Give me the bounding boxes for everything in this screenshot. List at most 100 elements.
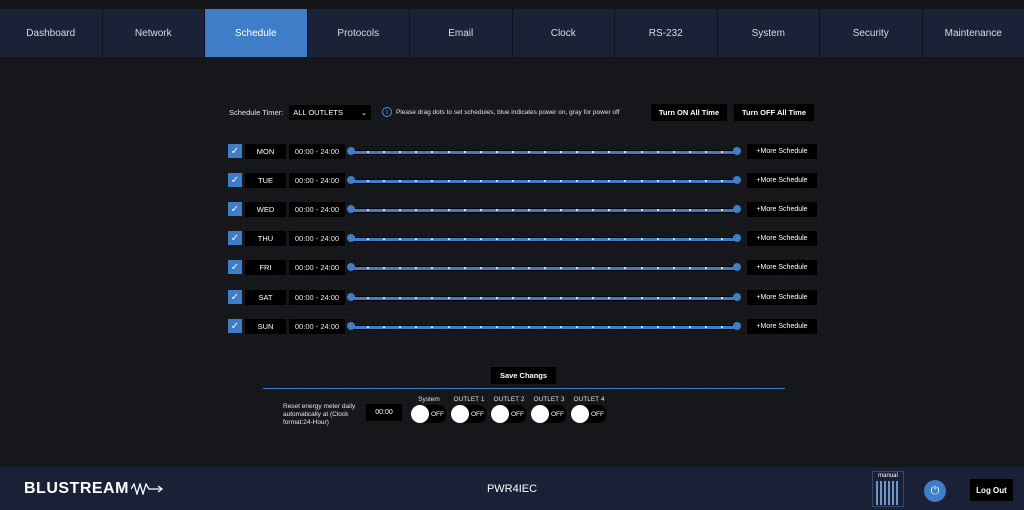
schedule-slider[interactable] <box>347 263 741 272</box>
more-schedule-button[interactable]: +More Schedule <box>747 231 817 246</box>
schedule-timer-row: Schedule Timer: ALL OUTLETS ⌄ <box>229 104 372 120</box>
slider-tick <box>640 297 643 299</box>
slider-tick <box>720 238 723 240</box>
turn-on-all-time-button[interactable]: Turn ON All Time <box>651 104 727 121</box>
slider-end-handle[interactable] <box>733 293 741 301</box>
slider-tick <box>688 180 691 182</box>
toggle-switch[interactable]: OFF <box>411 405 447 423</box>
schedule-slider[interactable] <box>347 234 741 243</box>
day-checkbox[interactable]: ✓ <box>228 202 242 216</box>
day-label: FRI <box>245 260 286 275</box>
day-checkbox[interactable]: ✓ <box>228 231 242 245</box>
slider-end-handle[interactable] <box>733 205 741 213</box>
slider-end-handle[interactable] <box>733 322 741 330</box>
day-time-range: 00:00 - 24:00 <box>289 231 345 246</box>
more-schedule-button[interactable]: +More Schedule <box>747 319 817 334</box>
toggle-state: OFF <box>431 410 444 418</box>
slider-start-handle[interactable] <box>347 205 355 213</box>
slider-tick <box>688 151 691 153</box>
more-schedule-button[interactable]: +More Schedule <box>747 290 817 305</box>
slider-end-handle[interactable] <box>733 263 741 271</box>
toggle-label: OUTLET 3 <box>533 396 565 403</box>
day-checkbox[interactable]: ✓ <box>228 260 242 274</box>
slider-tick <box>672 267 675 269</box>
tab-schedule[interactable]: Schedule <box>205 9 308 57</box>
slider-end-handle[interactable] <box>733 147 741 155</box>
reset-time-field[interactable]: 00:00 <box>366 404 402 421</box>
slider-tick <box>656 326 659 328</box>
tab-email[interactable]: Email <box>410 9 513 57</box>
slider-end-handle[interactable] <box>733 176 741 184</box>
tab-clock[interactable]: Clock <box>512 9 615 57</box>
slider-tick <box>704 297 707 299</box>
slider-tick <box>527 267 530 269</box>
slider-tick <box>463 238 466 240</box>
tab-network[interactable]: Network <box>102 9 205 57</box>
slider-tick <box>479 180 482 182</box>
schedule-slider[interactable] <box>347 176 741 185</box>
day-checkbox[interactable]: ✓ <box>228 290 242 304</box>
more-schedule-button[interactable]: +More Schedule <box>747 173 817 188</box>
slider-tick <box>479 238 482 240</box>
schedule-timer-select[interactable]: ALL OUTLETS ⌄ <box>289 104 372 120</box>
slider-start-handle[interactable] <box>347 147 355 155</box>
toggle-switch[interactable]: OFF <box>491 405 527 423</box>
divider <box>263 388 785 389</box>
more-schedule-button[interactable]: +More Schedule <box>747 260 817 275</box>
check-icon: ✓ <box>230 203 240 215</box>
schedule-slider[interactable] <box>347 147 741 156</box>
slider-tick <box>463 297 466 299</box>
logout-button[interactable]: Log Out <box>970 479 1013 501</box>
slider-tick <box>479 267 482 269</box>
day-label: SUN <box>245 319 286 334</box>
schedule-slider[interactable] <box>347 293 741 302</box>
day-time-range: 00:00 - 24:00 <box>289 319 345 334</box>
toggle-state: OFF <box>591 410 604 418</box>
turn-off-all-time-button[interactable]: Turn OFF All Time <box>734 104 814 121</box>
footer: BLUSTREAM PWR4IEC manual <box>0 467 1024 510</box>
manual-qr[interactable]: manual <box>872 471 904 507</box>
slider-tick <box>720 297 723 299</box>
day-checkbox[interactable]: ✓ <box>228 173 242 187</box>
check-icon: ✓ <box>230 261 240 273</box>
slider-tick <box>656 151 659 153</box>
slider-tick <box>544 238 546 240</box>
slider-tick <box>672 209 675 211</box>
slider-start-handle[interactable] <box>347 293 355 301</box>
tab-dashboard[interactable]: Dashboard <box>0 9 103 57</box>
slider-tick <box>511 209 514 211</box>
day-time-range: 00:00 - 24:00 <box>289 144 345 159</box>
toggle-switch[interactable]: OFF <box>571 405 607 423</box>
day-time-range: 00:00 - 24:00 <box>289 202 345 217</box>
day-checkbox[interactable]: ✓ <box>228 144 242 158</box>
slider-start-handle[interactable] <box>347 263 355 271</box>
schedule-slider[interactable] <box>347 205 741 214</box>
slider-tick <box>656 297 659 299</box>
more-schedule-button[interactable]: +More Schedule <box>747 144 817 159</box>
tab-protocols[interactable]: Protocols <box>307 9 410 57</box>
slider-tick <box>640 180 643 182</box>
slider-start-handle[interactable] <box>347 176 355 184</box>
tab-rs232[interactable]: RS-232 <box>615 9 718 57</box>
more-schedule-button[interactable]: +More Schedule <box>747 202 817 217</box>
info-icon: i <box>382 107 392 117</box>
power-icon[interactable]: ⏻ <box>924 480 946 502</box>
schedule-slider[interactable] <box>347 322 741 331</box>
toggle-state: OFF <box>471 410 484 418</box>
slider-tick <box>704 180 707 182</box>
check-icon: ✓ <box>230 145 240 157</box>
tab-maintenance[interactable]: Maintenance <box>922 9 1024 57</box>
tab-security[interactable]: Security <box>820 9 923 57</box>
slider-tick <box>479 151 482 153</box>
slider-start-handle[interactable] <box>347 234 355 242</box>
toggle-switch[interactable]: OFF <box>451 405 487 423</box>
slider-start-handle[interactable] <box>347 322 355 330</box>
slider-tick <box>511 151 514 153</box>
slider-tick <box>544 267 546 269</box>
save-changes-button[interactable]: Save Changs <box>491 367 556 384</box>
day-checkbox[interactable]: ✓ <box>228 319 242 333</box>
toggle-switch[interactable]: OFF <box>531 405 567 423</box>
tab-system[interactable]: System <box>717 9 820 57</box>
slider-tick <box>495 151 498 153</box>
slider-end-handle[interactable] <box>733 234 741 242</box>
